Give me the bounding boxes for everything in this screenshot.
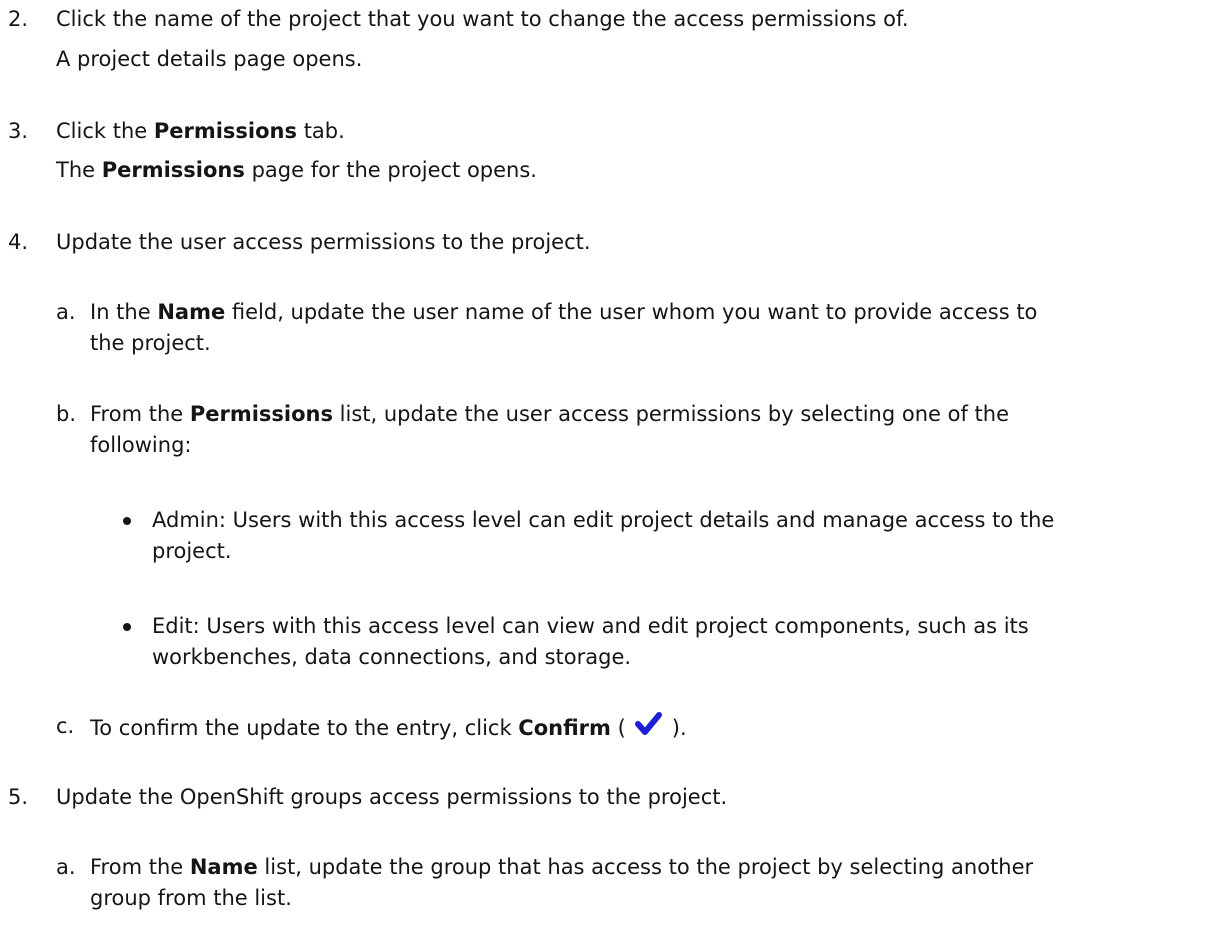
ui-term-permissions: Permissions — [153, 119, 298, 143]
substep-4b-cont: following: — [90, 433, 192, 457]
step-3-result: The Permissions page for the project ope… — [56, 158, 537, 182]
substep-5a-cont: group from the list. — [90, 886, 292, 910]
substep-text: To confirm the update to the entry, clic… — [90, 711, 687, 744]
bullet-marker — [123, 623, 131, 631]
ui-term-name: Name — [189, 855, 258, 879]
ui-term-confirm: Confirm — [518, 716, 611, 740]
substep-text: In the Name field, update the user name … — [90, 300, 1038, 324]
ui-term-name: Name — [157, 300, 226, 324]
bullet-edit: Edit: Users with this access level can v… — [152, 614, 1029, 638]
substep-label: a. — [56, 855, 76, 879]
bullet-edit-cont: workbenches, data connections, and stora… — [152, 645, 632, 669]
substep-label: a. — [56, 300, 76, 324]
step-number: 4. — [8, 230, 29, 254]
substep-label: c. — [56, 714, 75, 738]
bullet-admin-cont: project. — [152, 539, 232, 563]
step-2-result: A project details page opens. — [56, 47, 363, 71]
step-number: 2. — [8, 7, 29, 31]
step-number: 3. — [8, 119, 29, 143]
ui-term-permissions: Permissions — [101, 158, 245, 182]
step-text: Click the name of the project that you w… — [56, 7, 909, 31]
checkmark-icon — [626, 711, 672, 739]
step-text: Update the OpenShift groups access permi… — [56, 785, 728, 809]
bullet-marker — [123, 517, 131, 525]
substep-label: b. — [56, 402, 77, 426]
step-number: 5. — [8, 785, 29, 809]
ui-term-permissions: Permissions — [189, 402, 333, 426]
substep-4a-cont: the project. — [90, 331, 211, 355]
step-text: Update the user access permissions to th… — [56, 230, 591, 254]
step-text: Click the Permissions tab. — [56, 119, 345, 143]
substep-text: From the Name list, update the group tha… — [90, 855, 1034, 879]
bullet-admin: Admin: Users with this access level can … — [152, 508, 1055, 532]
substep-text: From the Permissions list, update the us… — [90, 402, 1009, 426]
